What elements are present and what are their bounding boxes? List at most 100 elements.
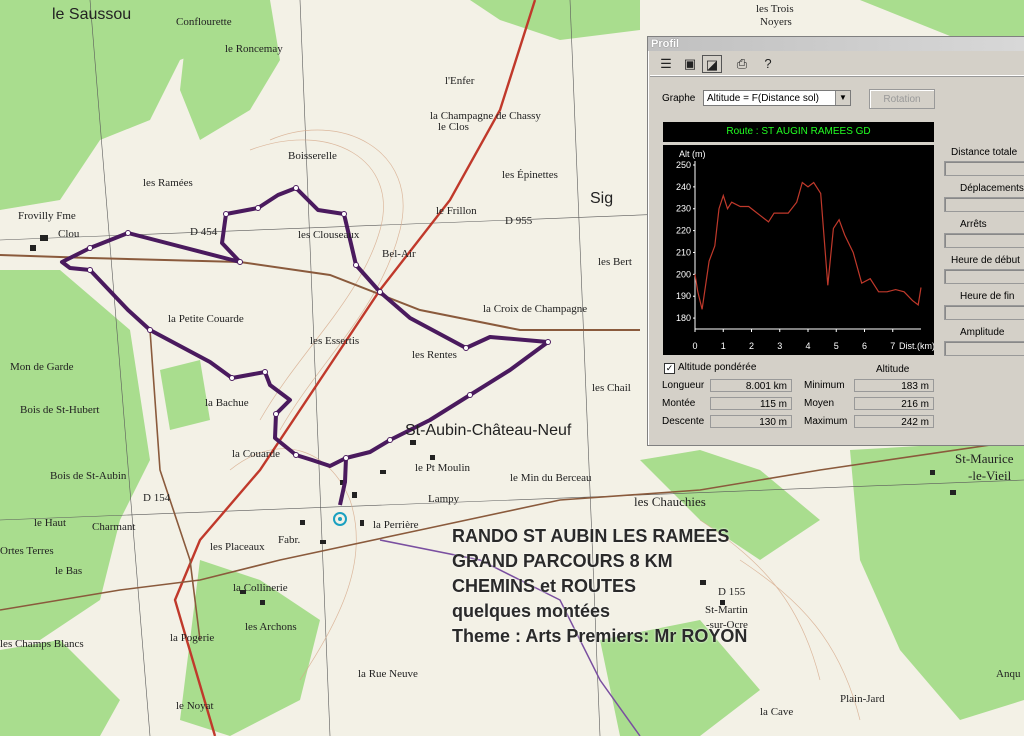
profile-view-icon[interactable]: ◪: [702, 55, 722, 73]
map-place-label: le Saussou: [52, 6, 132, 23]
map-place-label: la Croix de Champagne: [483, 303, 588, 315]
route-info-label: Heure de début: [951, 255, 1020, 266]
stat-value: 216 m: [854, 397, 934, 410]
map-place-label: le Frillon: [436, 205, 477, 217]
overlay-line: GRAND PARCOURS 8 KM: [452, 551, 673, 571]
y-tick-label: 250: [676, 160, 691, 170]
graphe-label: Graphe: [662, 93, 696, 104]
profile-window[interactable]: Profil ☰ ▣ ◪ ⎙ ? Graphe Altitude = F(Dis…: [647, 36, 1024, 446]
stat-value: 130 m: [710, 415, 792, 428]
map-place-label: D 154: [143, 492, 171, 504]
route-info-value-field: [944, 341, 1024, 356]
stat-label: Minimum: [804, 380, 845, 391]
map-place-label: Conflourette: [176, 16, 232, 28]
map-place-label: l'Enfer: [445, 75, 475, 87]
map-place-label: le Haut: [34, 517, 67, 529]
y-tick-label: 180: [676, 313, 691, 323]
map-place-label: les Placeaux: [210, 541, 265, 553]
altitude-profile-chart: Alt (m)Dist.(km)180190200210220230240250…: [663, 145, 934, 355]
stat-value: 183 m: [854, 379, 934, 392]
map-place-label: la Pogerie: [170, 632, 215, 644]
map-place-label: St-Maurice: [955, 451, 1014, 466]
map-place-label: les Bert: [598, 256, 632, 268]
route-info-value-field: [944, 305, 1024, 320]
route-info-label: Distance totale: [951, 147, 1018, 158]
route-info-value-field: [944, 197, 1024, 212]
help-icon[interactable]: ?: [758, 55, 778, 73]
map-place-label: les Champs Blancs: [0, 638, 84, 650]
map-place-label: Plain-Jard: [840, 693, 885, 705]
y-tick-label: 210: [676, 247, 691, 257]
map-place-label: les Chauchies: [634, 494, 706, 509]
route-title: Route : ST AUGIN RAMEES GD: [663, 122, 934, 142]
overlay-line: CHEMINS et ROUTES: [452, 576, 637, 596]
map-place-label: Noyers: [760, 16, 792, 28]
route-info-label: Déplacements: [960, 183, 1024, 194]
map-place-label: D 955: [505, 215, 533, 227]
map-place-label: le Roncemay: [225, 43, 283, 55]
map-place-label: la Collinerie: [233, 582, 288, 594]
map-place-label: les Chail: [592, 382, 631, 394]
map-place-label: les Ramées: [143, 177, 193, 189]
map-place-label: la Cave: [760, 706, 794, 718]
overlay-line: quelques montées: [452, 601, 611, 621]
x-axis-label: Dist.(km): [899, 341, 934, 351]
map-place-label: le Clos: [438, 121, 469, 133]
overlay-line: Theme : Arts Premiers: Mr ROYON: [452, 626, 748, 646]
map-place-label: Ortes Terres: [0, 545, 54, 557]
map-place-label: la Champagne de Chassy: [430, 110, 541, 122]
route-info-label: Heure de fin: [960, 291, 1015, 302]
x-tick-label: 7: [890, 341, 895, 351]
stat-label: Longueur: [662, 380, 705, 391]
list-icon[interactable]: ☰: [656, 55, 676, 73]
altitude-header: Altitude: [876, 364, 910, 375]
x-tick-label: 6: [862, 341, 867, 351]
x-tick-label: 3: [777, 341, 782, 351]
stat-label: Moyen: [804, 398, 835, 409]
route-info-value-field: [944, 269, 1024, 284]
route-info-label: Arrêts: [960, 219, 987, 230]
toolbar: ☰ ▣ ◪ ⎙ ?: [650, 53, 1024, 76]
map-place-label: Bois de St-Aubin: [50, 470, 127, 482]
overlay-line: RANDO ST AUBIN LES RAMEES: [452, 526, 730, 546]
graphe-select[interactable]: Altitude = F(Distance sol) ▼: [703, 90, 851, 106]
map-place-label: -le-Vieil: [968, 468, 1012, 483]
map-place-label: Frovilly Fme: [18, 210, 76, 222]
map-place-label: Bel-Air: [382, 248, 416, 260]
graphe-value: Altitude = F(Distance sol): [707, 93, 819, 104]
stat-value: 115 m: [710, 397, 792, 410]
window-title[interactable]: Profil: [648, 37, 1024, 51]
map-place-label: Bois de St-Hubert: [20, 404, 100, 416]
rotation-button[interactable]: Rotation: [869, 89, 935, 109]
map-place-label: Clou: [58, 228, 80, 240]
map-place-label: la Couarde: [232, 448, 280, 460]
map-place-label: les Trois: [756, 3, 794, 15]
map-place-label: Charmant: [92, 521, 136, 533]
map-place-label: les Clouseaux: [298, 229, 360, 241]
chevron-down-icon[interactable]: ▼: [835, 91, 850, 105]
map-place-label: le Pt Moulin: [415, 462, 471, 474]
route-info-label: Amplitude: [960, 327, 1005, 338]
route-info-value-field: [944, 161, 1024, 176]
y-tick-label: 230: [676, 204, 691, 214]
map-place-label: Anqu: [996, 668, 1021, 680]
stat-label: Descente: [662, 416, 705, 427]
y-tick-label: 200: [676, 269, 691, 279]
print-icon[interactable]: ⎙: [732, 55, 752, 73]
x-tick-label: 1: [721, 341, 726, 351]
map-place-label: Boisserelle: [288, 150, 337, 162]
map-place-label: St-Aubin-Château-Neuf: [405, 422, 572, 439]
map-place-label: le Bas: [55, 565, 83, 577]
altitude-series-line: [694, 181, 922, 310]
stat-value: 242 m: [854, 415, 934, 428]
map-place-label: Mon de Garde: [10, 361, 74, 373]
map-place-label: les Épinettes: [502, 169, 558, 181]
map-place-label: les Rentes: [412, 349, 457, 361]
y-tick-label: 220: [676, 226, 691, 236]
map-place-label: la Bachue: [205, 397, 249, 409]
altitude-ponderee-checkbox[interactable]: ✓: [664, 363, 675, 374]
properties-icon[interactable]: ▣: [680, 55, 700, 73]
route-info-value-field: [944, 233, 1024, 248]
map-place-label: Lampy: [428, 493, 460, 505]
altitude-ponderee-label: Altitude pondérée: [678, 362, 757, 373]
